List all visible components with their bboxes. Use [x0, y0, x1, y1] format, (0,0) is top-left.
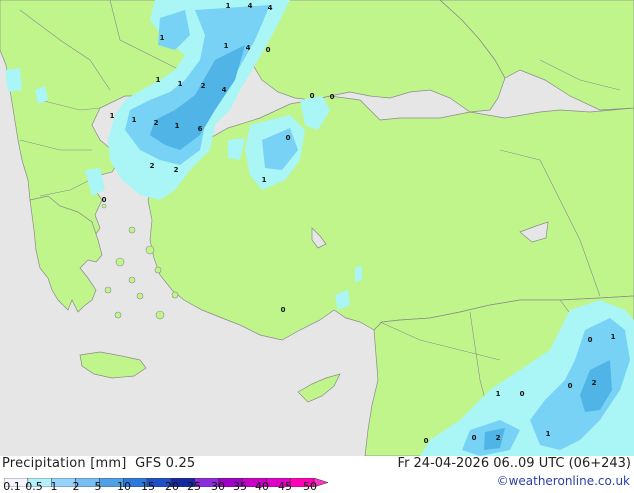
precip-value-label: 0	[472, 434, 477, 442]
precip-value-label: 1	[178, 80, 183, 88]
legend-title-text: Precipitation [mm]	[2, 456, 127, 471]
precip-value-label: 6	[198, 125, 203, 133]
precip-value-label: 4	[248, 2, 253, 10]
precip-value-label: 2	[174, 166, 179, 174]
legend-tick-label: 1	[50, 480, 58, 493]
precip-value-label: 0	[330, 93, 335, 101]
legend-tick-label: 30	[211, 480, 225, 493]
legend-tick-label: 35	[233, 480, 247, 493]
precip-value-label: 1	[226, 2, 231, 10]
precip-value-label: 2	[154, 119, 159, 127]
legend-tick-label: 20	[165, 480, 179, 493]
precip-value-label: 0	[281, 306, 286, 314]
legend-tick-label: 2	[72, 480, 80, 493]
precip-value-label: 1	[224, 42, 229, 50]
model-name: GFS 0.25	[135, 456, 196, 471]
precip-value-label: 0	[102, 196, 107, 204]
precip-value-label: 0	[266, 46, 271, 54]
precip-value-label: 1	[156, 76, 161, 84]
credit-text: ©weatheronline.co.uk	[496, 474, 630, 488]
precip-value-label: 1	[110, 112, 115, 120]
precip-value-label: 4	[268, 4, 273, 12]
precip-value-label: 1	[611, 333, 616, 341]
precip-value-label: 0	[286, 134, 291, 142]
legend-tick-label: 0.1	[3, 480, 21, 493]
legend-tick-label: 50	[303, 480, 317, 493]
precip-value-label: 0	[424, 437, 429, 445]
legend-tick-label: 25	[187, 480, 201, 493]
precipitation-map: 1 4 4 1 1 4 0 1 1 2 4 1 1 2 1 6 2 2 0 0 0 1 0 0 0 1 0 2 0 1 2 0 1 0	[0, 0, 634, 456]
precip-value-label: 2	[150, 162, 155, 170]
precip-value-label: 1	[160, 34, 165, 42]
precip-value-label: 4	[222, 86, 227, 94]
legend-tick-label: 15	[141, 480, 155, 493]
legend-footer: Precipitation [mm] GFS 0.25 Fr 24-04-202…	[0, 456, 634, 493]
precip-value-label: 0	[568, 382, 573, 390]
precip-value-label: 1	[496, 390, 501, 398]
legend-tick-label: 5	[94, 480, 102, 493]
legend-tick-label: 10	[117, 480, 131, 493]
precip-value-label: 0	[310, 92, 315, 100]
precip-value-label: 1	[262, 176, 267, 184]
precip-value-label: 2	[496, 434, 501, 442]
legend-title: Precipitation [mm] GFS 0.25	[2, 456, 195, 471]
precip-value-label: 1	[175, 122, 180, 130]
precip-value-label: 1	[132, 116, 137, 124]
legend-tick-label: 45	[278, 480, 292, 493]
legend-tick-label: 40	[255, 480, 269, 493]
forecast-timestamp: Fr 24-04-2026 06..09 UTC (06+243)	[397, 456, 631, 471]
precip-value-label: 2	[201, 82, 206, 90]
legend-tick-label: 0.5	[25, 480, 43, 493]
precip-value-label: 4	[246, 44, 251, 52]
precip-value-label: 0	[588, 336, 593, 344]
precip-value-label: 1	[546, 430, 551, 438]
precip-value-label: 0	[520, 390, 525, 398]
precip-value-label: 2	[592, 379, 597, 387]
